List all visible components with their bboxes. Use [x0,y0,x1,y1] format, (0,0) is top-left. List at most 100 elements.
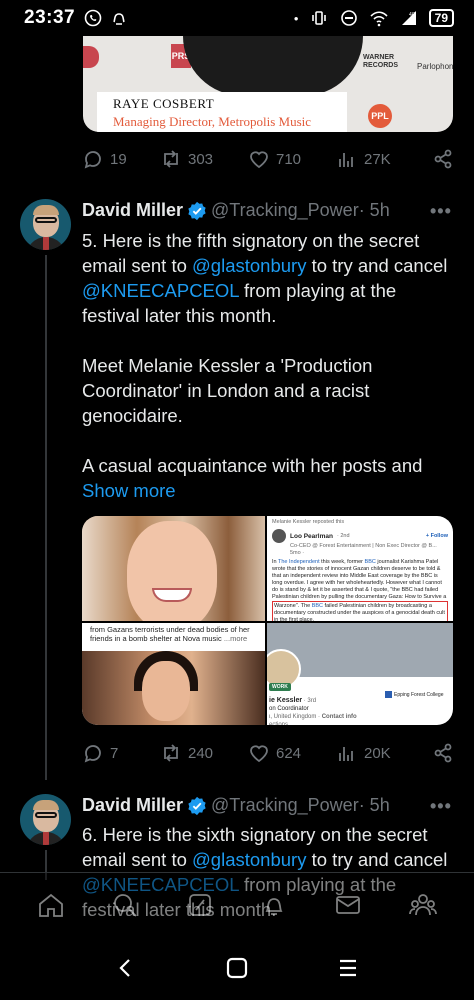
text-span: Warzone". The [274,603,312,609]
avatar-tie [43,832,49,845]
author-handle[interactable]: @Tracking_Power [211,200,359,221]
tweet-header: David Miller @Tracking_Power · 5h [82,795,390,816]
repost-button[interactable]: 303 [160,148,248,170]
repost-count: 303 [188,150,214,168]
communities-icon[interactable] [408,890,438,920]
contact-info-link: Contact info [321,714,357,720]
home-icon[interactable] [36,890,66,920]
tweet-actions: 7 240 624 20K [82,742,454,764]
mention-link[interactable]: @KNEECAPCEOL [82,280,239,301]
reply-icon [84,151,101,169]
search-icon[interactable] [110,890,140,920]
tweet-paragraph: 5. Here is the fifth signatory on the se… [82,228,454,328]
text-span: BBC [311,603,324,609]
share-icon [434,149,452,169]
views-icon [339,747,353,761]
college-logo [385,691,392,698]
tweet-paragraph: A casual acquaintance with her posts and… [82,453,454,503]
clock: 23:37 [24,7,76,28]
reposted-label: Melanie Kessler reposted this [272,519,345,525]
avatar-tie [43,237,49,250]
more-icon[interactable]: ••• [430,796,452,817]
grok-icon[interactable] [185,890,215,920]
recents-icon[interactable] [335,955,361,981]
repost-count: 240 [188,744,214,762]
show-more-link[interactable]: Show more [82,480,176,501]
author-name[interactable]: David Miller [82,795,183,816]
person-silhouette [183,36,363,96]
home-button-icon[interactable] [224,955,250,981]
verified-icon [188,796,206,815]
author-handle[interactable]: @Tracking_Power [211,795,359,816]
views-button[interactable]: 27K [336,148,422,170]
reply-button[interactable]: 7 [82,742,160,764]
previous-tweet-media[interactable]: PRS WARNER RECORDS Parlophone PPL RAYE C… [83,36,453,132]
share-button[interactable] [432,742,454,764]
avatar-glasses [35,217,57,223]
media-photo-1[interactable] [82,516,265,621]
media-photo-2[interactable]: Melanie Kessler reposted this Loo Pearlm… [267,516,453,621]
college-name: Epping Forest College [394,691,444,698]
text-span: The Independent [278,559,320,565]
bottom-navigation [0,872,474,936]
reply-count: 7 [110,744,119,762]
profile-college: Epping Forest College [385,691,443,698]
like-button[interactable]: 624 [248,742,336,764]
reply-count: 19 [110,150,127,168]
post-author-degree: · 2nd [336,532,350,539]
parlophone-logo: Parlophone [417,62,453,71]
text-span: to try and cancel [306,849,448,870]
post-time: 5mo · [290,550,305,556]
like-icon [250,745,268,763]
whatsapp-icon [83,8,103,28]
profile-location: ι, United Kingdom · [269,714,322,720]
tweet-time[interactable]: · 5h [359,200,390,221]
reply-icon [84,745,101,763]
more-icon[interactable]: ••• [430,201,452,222]
avatar[interactable] [20,199,71,250]
system-navigation [0,936,474,1000]
profile-name: ie Kessler [269,697,303,704]
avatar-hair [33,800,59,810]
warner-records-logo: WARNER RECORDS [363,54,399,69]
mention-link[interactable]: @glastonbury [192,255,306,276]
media-photo-4[interactable]: WORK ie Kessler · 3rd on Coordinator ι, … [267,623,453,725]
text-span: this week, former [319,559,365,565]
mention-link[interactable]: @glastonbury [192,849,306,870]
like-icon [250,151,268,169]
svg-text:4G: 4G [409,12,416,18]
repost-button[interactable]: 240 [160,742,248,764]
lower-third-caption: RAYE COSBERT Managing Director, Metropol… [97,92,347,132]
tweet-header: David Miller @Tracking_Power · 5h [82,200,390,221]
text-span: A casual acquaintance with her posts and [82,455,423,476]
repost-icon [164,744,178,762]
tweet-time[interactable]: · 5h [359,795,390,816]
follow-label: + Follow [425,532,448,539]
vibrate-icon [309,8,329,28]
like-button[interactable]: 710 [248,148,336,170]
avatar-hair [33,205,59,215]
post-author-avatar [272,529,286,543]
logo-graphic [83,46,99,68]
views-button[interactable]: 20K [336,742,422,764]
views-count: 20K [364,744,391,762]
post-author-name: Loo Pearlman [290,532,333,540]
notifications-icon[interactable] [259,890,289,920]
messages-icon[interactable] [333,890,363,920]
avatar[interactable] [20,794,71,845]
grid-divider [82,621,453,623]
profile-info: ie Kessler · 3rd on Coordinator ι, Unite… [269,697,357,725]
ppl-logo: PPL [368,104,392,128]
verified-icon [188,201,206,220]
photo-face [127,521,217,621]
share-button[interactable] [432,148,454,170]
share-icon [434,743,452,763]
reply-button[interactable]: 19 [82,148,160,170]
back-icon[interactable] [113,955,139,981]
profile-degree: · 3rd [303,698,317,704]
author-name[interactable]: David Miller [82,200,183,221]
tweet-actions: 19 303 710 27K [82,148,454,170]
like-count: 624 [276,744,302,762]
media-photo-3[interactable]: from Gazans terrorists under dead bodies… [82,623,265,725]
dnd-icon [339,8,359,28]
